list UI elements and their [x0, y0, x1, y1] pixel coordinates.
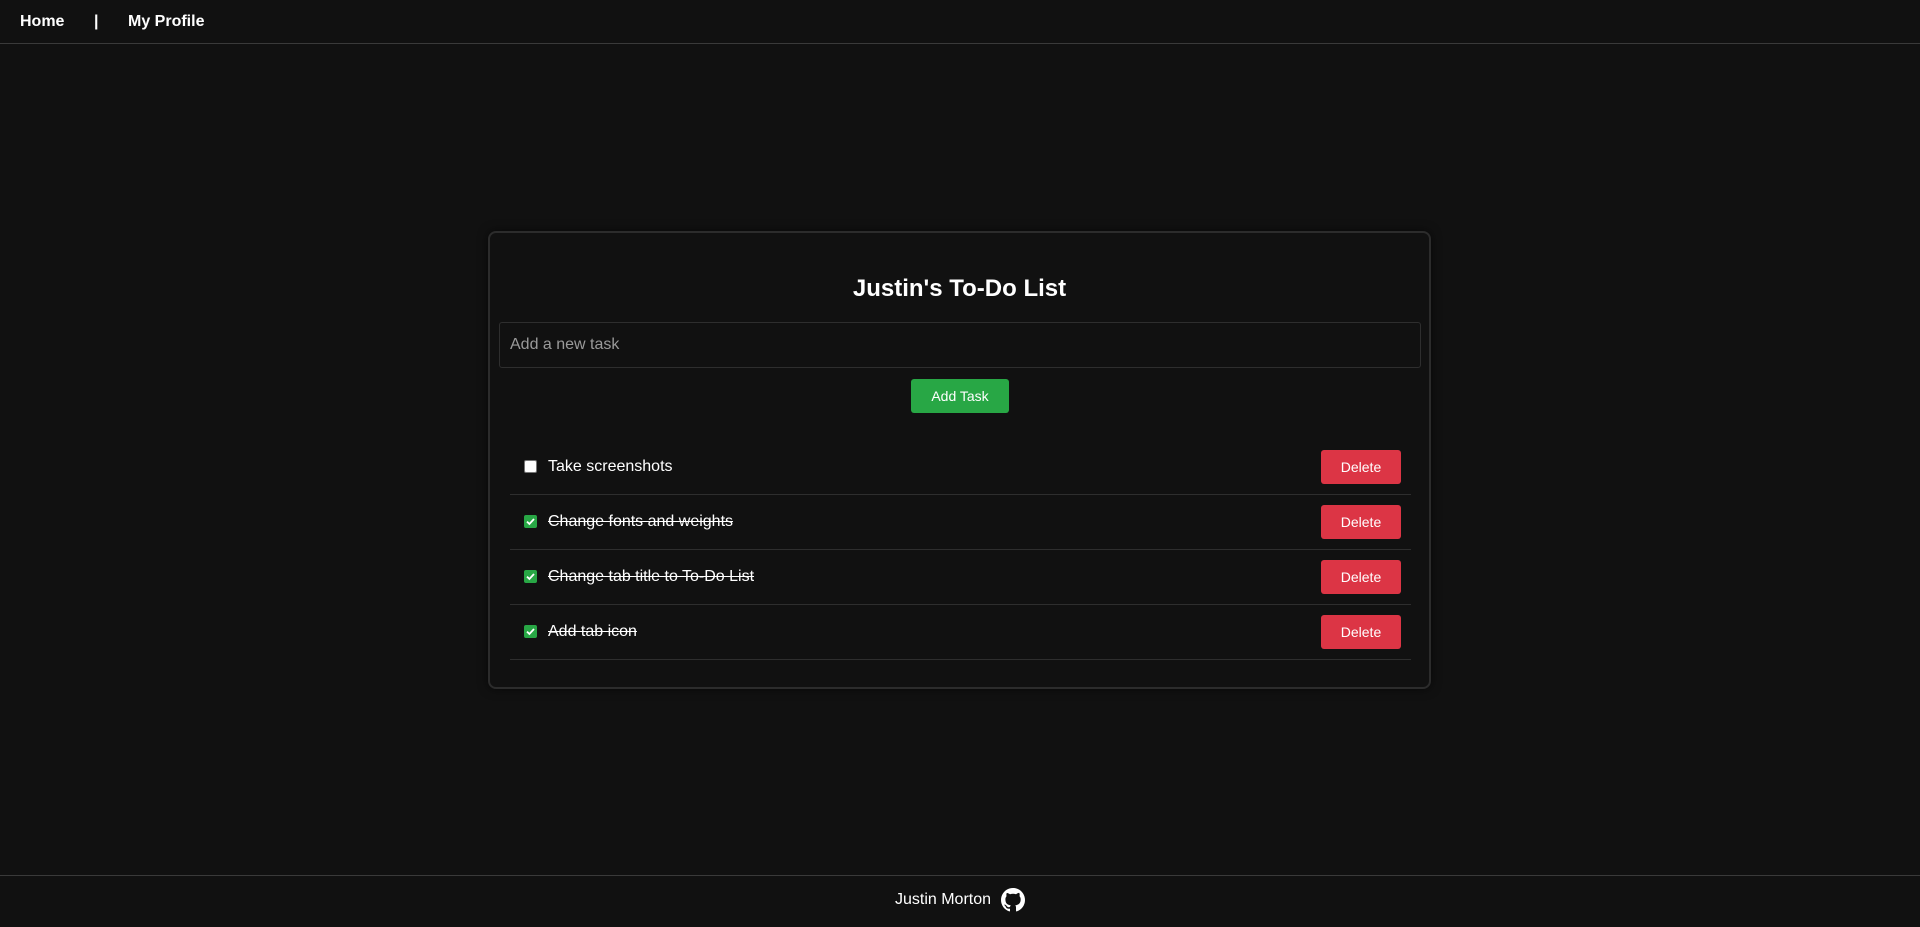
- task-item: Take screenshots Delete: [510, 440, 1411, 495]
- task-checkbox[interactable]: [524, 515, 537, 528]
- delete-button[interactable]: Delete: [1321, 615, 1401, 649]
- task-item: Change tab title to To-Do List Delete: [510, 550, 1411, 605]
- delete-button[interactable]: Delete: [1321, 560, 1401, 594]
- delete-button[interactable]: Delete: [1321, 505, 1401, 539]
- github-icon[interactable]: [1001, 888, 1026, 912]
- top-nav: Home | My Profile: [0, 0, 1920, 44]
- add-task-button[interactable]: Add Task: [911, 379, 1009, 413]
- task-text: Take screenshots: [548, 458, 673, 475]
- task-checkbox[interactable]: [524, 570, 537, 583]
- task-list: Take screenshots Delete Change fonts and…: [510, 440, 1411, 660]
- task-checkbox[interactable]: [524, 625, 537, 638]
- footer-content: Justin Morton: [0, 888, 1920, 912]
- task-item: Add tab icon Delete: [510, 605, 1411, 660]
- task-text: Change tab title to To-Do List: [548, 568, 755, 585]
- task-checkbox[interactable]: [524, 460, 537, 473]
- nav-separator: |: [94, 13, 99, 30]
- nav-home-link[interactable]: Home: [20, 13, 64, 31]
- nav-profile-link[interactable]: My Profile: [128, 13, 204, 31]
- delete-button[interactable]: Delete: [1321, 450, 1401, 484]
- task-text: Add tab icon: [548, 623, 637, 640]
- new-task-input[interactable]: [499, 322, 1421, 368]
- page-title: Justin's To-Do List: [852, 275, 1067, 302]
- footer: Justin Morton: [0, 875, 1920, 927]
- task-item: Change fonts and weights Delete: [510, 495, 1411, 550]
- task-text: Change fonts and weights: [548, 513, 734, 530]
- author-name: Justin Morton: [894, 891, 992, 908]
- todo-card: Justin's To-Do List Add Task Take screen…: [488, 231, 1431, 689]
